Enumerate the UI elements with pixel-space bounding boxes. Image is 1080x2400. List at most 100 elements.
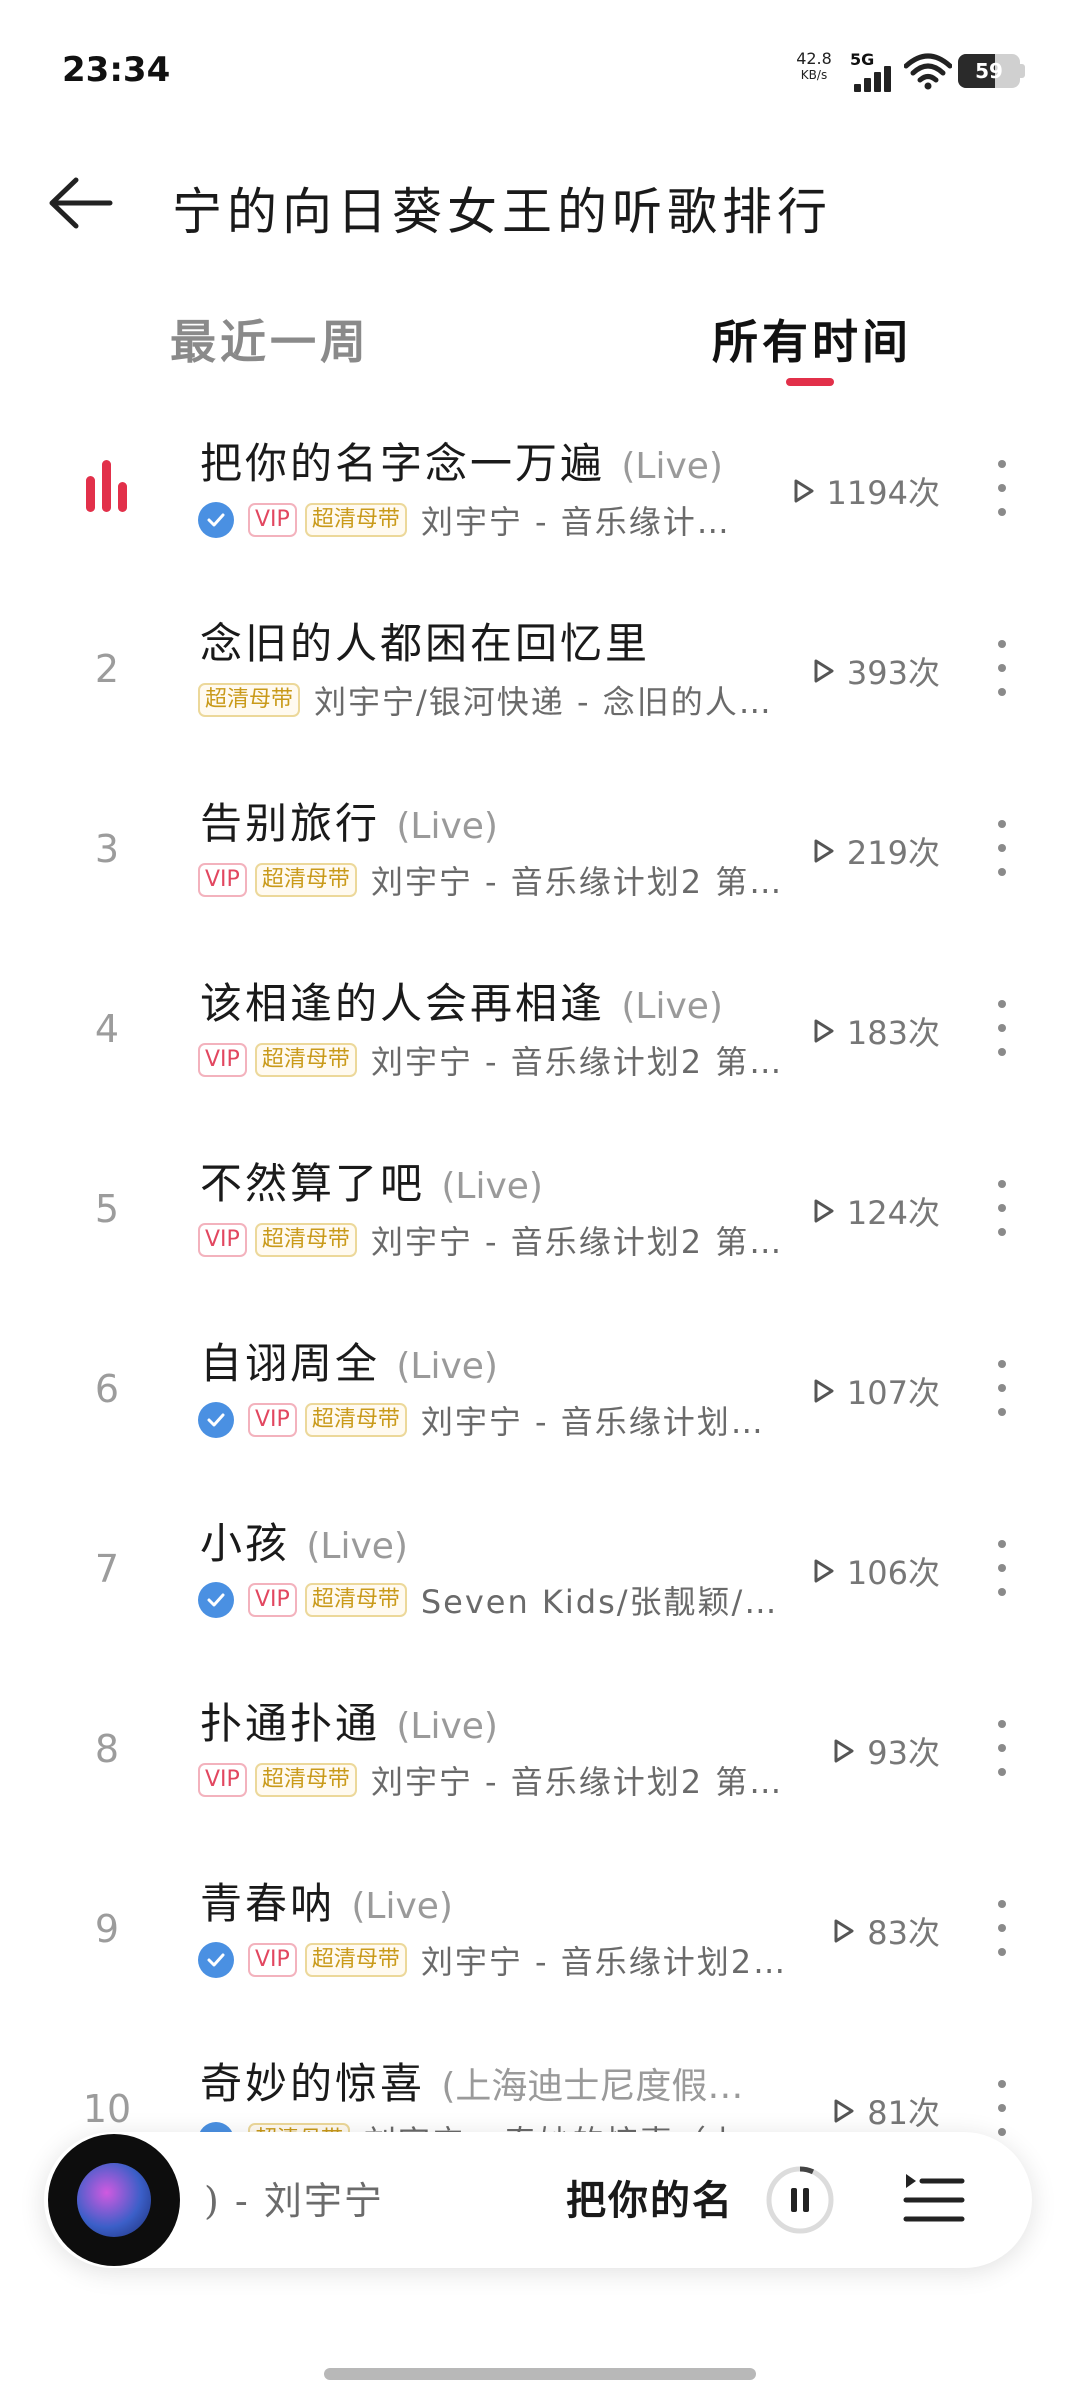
play-triangle-icon [794, 479, 814, 503]
verified-check-icon [198, 1582, 234, 1618]
play-count-value: 183次 [846, 1014, 940, 1052]
network-speed-value: 42.8 [796, 49, 832, 68]
song-meta: VIP 超清母带 刘宇宁 - 音乐缘计划2 第6期 [198, 1758, 798, 1802]
song-artist-album: 刘宇宁 - 音乐缘计划2 第… [370, 863, 784, 901]
mini-player[interactable]: ) - 刘宇宁 把你的名字 [44, 2132, 1032, 2268]
song-title: 小孩 (Live) [200, 1510, 408, 1571]
play-count-value: 124次 [846, 1194, 940, 1232]
song-meta: VIP 超清母带 刘宇宁 - 音乐缘计划2… [198, 1938, 787, 1982]
song-title: 扑通扑通 (Live) [200, 1690, 498, 1751]
song-artist-album: 刘宇宁/银河快递 - 念旧的人… [314, 683, 773, 721]
play-triangle-icon [814, 839, 834, 863]
hq-master-badge: 超清母带 [198, 683, 301, 717]
more-options-icon[interactable] [986, 2072, 1016, 2142]
vip-badge: VIP [248, 1943, 297, 1977]
song-title-text: 小孩 [200, 1519, 291, 1568]
more-options-icon[interactable] [986, 1532, 1016, 1604]
pause-icon[interactable] [764, 2164, 836, 2236]
song-row[interactable]: 9 青春呐 (Live) VIP 超清母带 刘宇宁 - 音乐缘计划2… 83次 [0, 1842, 1080, 2022]
verified-check-icon [198, 1942, 234, 1978]
more-options-icon[interactable] [986, 812, 1016, 884]
now-playing-title: 把你的名字 [566, 2177, 736, 2224]
battery-icon: 59 [958, 54, 1020, 88]
play-count: 93次 [833, 1728, 940, 1774]
song-title: 念旧的人都困在回忆里 [200, 610, 650, 671]
song-rank: 8 [94, 1727, 120, 1771]
more-options-icon[interactable] [986, 1892, 1016, 1964]
song-artist-album: 刘宇宁 - 音乐缘计划2 第… [370, 1223, 784, 1261]
play-triangle-icon [814, 1199, 834, 1223]
network-speed: 42.8 KB/s [790, 50, 838, 84]
song-title: 告别旅行 (Live) [200, 790, 498, 851]
play-count: 124次 [813, 1188, 940, 1234]
song-row[interactable]: 把你的名字念一万遍 (Live) VIP 超清母带 刘宇宁 - 音乐缘计… 1194… [0, 402, 1080, 582]
song-rank: 2 [94, 647, 120, 691]
signal-bars-icon [854, 66, 894, 92]
home-indicator[interactable] [324, 2368, 756, 2380]
song-version-label: (Live) [441, 1166, 543, 1207]
play-count-value: 107次 [846, 1374, 940, 1412]
song-row[interactable]: 7 小孩 (Live) VIP 超清母带 Seven Kids/张靓颖/刘… 106… [0, 1482, 1080, 1662]
song-row[interactable]: 8 扑通扑通 (Live) VIP 超清母带 刘宇宁 - 音乐缘计划2 第6期 93… [0, 1662, 1080, 1842]
page-title: 宁的向日葵女王的听歌排行 [172, 183, 832, 241]
tab-recent-week[interactable]: 最近一周 [170, 306, 370, 372]
song-meta: VIP 超清母带 Seven Kids/张靓颖/刘… [198, 1578, 798, 1622]
play-count: 107次 [813, 1368, 940, 1414]
song-title: 青春呐 (Live) [200, 1870, 453, 1931]
network-speed-unit: KB/s [800, 68, 828, 82]
song-title: 不然算了吧 (Live) [200, 1150, 543, 1211]
song-version-label: (Live) [621, 986, 723, 1027]
song-row[interactable]: 2 念旧的人都困在回忆里 超清母带 刘宇宁/银河快递 - 念旧的人… 393次 [0, 582, 1080, 762]
song-title: 把你的名字念一万遍 (Live) [200, 430, 723, 491]
play-count-value: 393次 [846, 654, 940, 692]
song-meta: 超清母带 刘宇宁/银河快递 - 念旧的人… [198, 678, 773, 722]
song-meta: VIP 超清母带 刘宇宁 - 音乐缘计划2 第… [198, 1038, 783, 1082]
more-options-icon[interactable] [986, 1352, 1016, 1424]
hq-master-badge: 超清母带 [254, 863, 357, 897]
play-triangle-icon [814, 1379, 834, 1403]
hq-master-badge: 超清母带 [254, 1763, 357, 1797]
playlist-icon[interactable] [902, 2168, 966, 2232]
song-artist-album: 刘宇宁 - 音乐缘计划… [420, 1403, 765, 1441]
song-row[interactable]: 4 该相逢的人会再相逢 (Live) VIP 超清母带 刘宇宁 - 音乐缘计划2 第… [0, 942, 1080, 1122]
song-row[interactable]: 6 自诩周全 (Live) VIP 超清母带 刘宇宁 - 音乐缘计划… 107次 [0, 1302, 1080, 1482]
hq-master-badge: 超清母带 [304, 1943, 407, 1977]
play-count-value: 219次 [846, 834, 940, 872]
song-rank: 7 [94, 1547, 120, 1591]
song-row[interactable]: 10 奇妙的惊喜 (上海迪士尼度假… 超清母带刘宇宁 - 奇妙的惊喜（上… 81… [0, 2022, 1080, 2142]
play-triangle-icon [814, 659, 834, 683]
hq-master-badge: 超清母带 [304, 503, 407, 537]
song-rank: 4 [94, 1007, 120, 1051]
song-artist-album: 刘宇宁 - 音乐缘计划2 第… [370, 1043, 784, 1081]
song-title: 该相逢的人会再相逢 (Live) [200, 970, 723, 1031]
hq-master-badge: 超清母带 [304, 1403, 407, 1437]
song-version-label: (Live) [396, 806, 498, 847]
more-options-icon[interactable] [986, 992, 1016, 1064]
header: 宁的向日葵女王的听歌排行 [0, 150, 1080, 260]
verified-check-icon [198, 1402, 234, 1438]
song-list: 把你的名字念一万遍 (Live) VIP 超清母带 刘宇宁 - 音乐缘计… 1194… [0, 402, 1080, 2142]
more-options-icon[interactable] [986, 632, 1016, 704]
album-disc[interactable] [48, 2134, 180, 2266]
play-count-value: 81次 [867, 2094, 940, 2132]
hq-master-badge: 超清母带 [254, 1043, 357, 1077]
play-triangle-icon [814, 1559, 834, 1583]
play-count-value: 93次 [867, 1734, 940, 1772]
song-version-label: (Live) [351, 1886, 453, 1927]
song-rank: 9 [94, 1907, 120, 1951]
more-options-icon[interactable] [986, 1712, 1016, 1784]
song-title-text: 自诩周全 [200, 1339, 381, 1388]
song-row[interactable]: 5 不然算了吧 (Live) VIP 超清母带 刘宇宁 - 音乐缘计划2 第… 12… [0, 1122, 1080, 1302]
tab-bar: 最近一周 所有时间 [0, 298, 1080, 398]
back-arrow-icon[interactable] [40, 168, 120, 238]
hq-master-badge: 超清母带 [254, 1223, 357, 1257]
song-row[interactable]: 3 告别旅行 (Live) VIP 超清母带 刘宇宁 - 音乐缘计划2 第… 219… [0, 762, 1080, 942]
more-options-icon[interactable] [986, 1172, 1016, 1244]
vip-badge: VIP [248, 1403, 297, 1437]
song-artist-album: 刘宇宁 - 音乐缘计划2… [420, 1943, 788, 1981]
song-version-label: (Live) [396, 1346, 498, 1387]
active-tab-indicator [786, 378, 834, 386]
song-rank: 5 [94, 1187, 120, 1231]
more-options-icon[interactable] [986, 452, 1016, 524]
tab-all-time[interactable]: 所有时间 [712, 306, 912, 372]
